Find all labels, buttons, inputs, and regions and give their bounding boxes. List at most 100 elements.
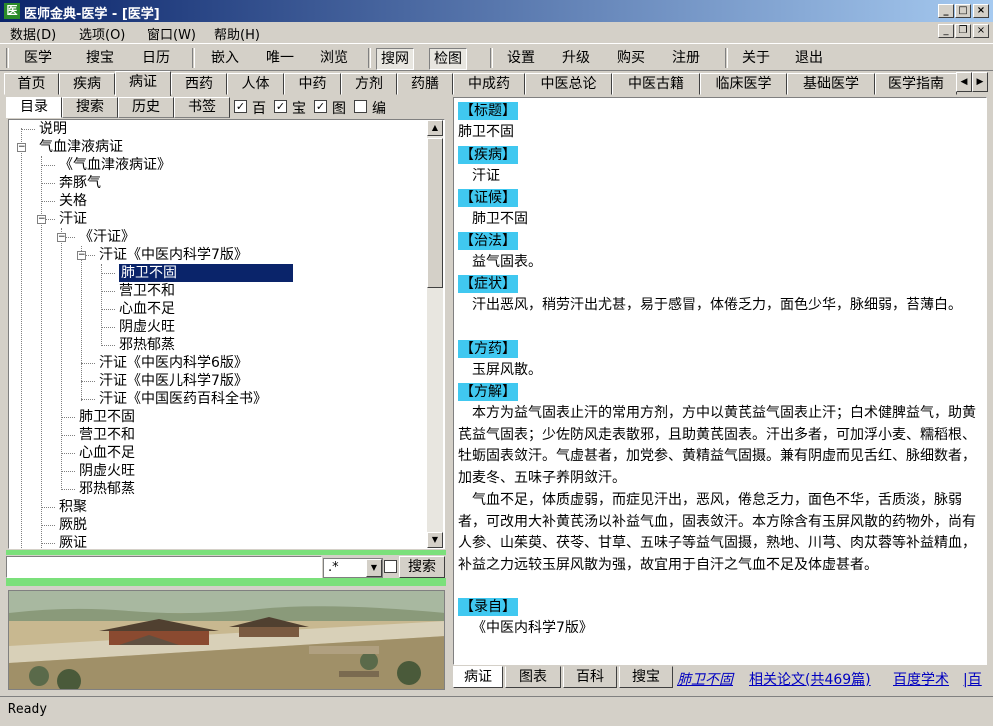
- toolbar-yixue-button[interactable]: 医学: [20, 48, 56, 70]
- tab-human-body[interactable]: 人体: [227, 73, 284, 95]
- toolbar-settings-button[interactable]: 设置: [503, 48, 539, 70]
- tree-node[interactable]: 心血不足: [79, 444, 135, 462]
- tree-node[interactable]: 说明: [39, 120, 67, 138]
- tree-node[interactable]: 《汗证》: [79, 228, 135, 246]
- tree-node[interactable]: 积聚: [59, 498, 87, 516]
- tab-formulas[interactable]: 方剂: [341, 73, 397, 95]
- bottom-tab-charts[interactable]: 图表: [505, 666, 561, 688]
- toolbar-buy-button[interactable]: 购买: [613, 48, 649, 70]
- link-baidu-scholar[interactable]: 百度学术: [893, 669, 949, 689]
- tree-node[interactable]: 厥脱: [59, 516, 87, 534]
- toolbar-searchweb-button[interactable]: 搜网: [376, 48, 414, 70]
- toolbar-soubao-button[interactable]: 搜宝: [82, 48, 118, 70]
- tab-medicinal-diet[interactable]: 药膳: [397, 73, 453, 95]
- tab-clinical[interactable]: 临床医学: [700, 73, 787, 95]
- tree-node[interactable]: 汗证《中国医药百科全书》: [99, 390, 267, 408]
- bottom-tab-encyclopedia[interactable]: 百科: [563, 666, 617, 688]
- tree-node[interactable]: 邪热郁蒸: [79, 480, 135, 498]
- tabs-scroll-left-icon[interactable]: ◀: [956, 72, 972, 92]
- tree-node[interactable]: 厥证: [59, 534, 87, 548]
- maximize-icon[interactable]: □: [955, 4, 971, 18]
- tree-node[interactable]: 汗证《中医内科学6版》: [99, 354, 248, 372]
- toolbar-exit-button[interactable]: 退出: [791, 48, 827, 70]
- tab-bookmarks[interactable]: 书签: [174, 97, 230, 118]
- close-icon[interactable]: ×: [973, 4, 989, 18]
- tab-western-medicine[interactable]: 西药: [171, 73, 227, 95]
- menu-help[interactable]: 帮助(H): [214, 24, 260, 43]
- tab-medical-guide[interactable]: 医学指南: [875, 73, 957, 95]
- window-title: 医师金典-医学 - [医学]: [24, 7, 160, 22]
- checkbox-bian[interactable]: [354, 100, 367, 113]
- tab-catalog[interactable]: 目录: [6, 97, 62, 118]
- toolbar-register-button[interactable]: 注册: [668, 48, 704, 70]
- link-related-papers[interactable]: 相关论文(共469篇): [749, 669, 871, 689]
- menu-data[interactable]: 数据(D): [10, 24, 56, 43]
- splitter-bar[interactable]: [6, 550, 446, 555]
- tab-disease[interactable]: 疾病: [59, 73, 115, 95]
- bottom-tab-soubao[interactable]: 搜宝: [619, 666, 673, 688]
- scroll-thumb[interactable]: [427, 138, 443, 288]
- toolbar-unique-button[interactable]: 唯一: [262, 48, 298, 70]
- tree-collapse-icon[interactable]: −: [17, 143, 26, 152]
- tree-node[interactable]: 心血不足: [119, 300, 175, 318]
- tree-node[interactable]: 汗证《中医内科学7版》: [99, 246, 248, 264]
- tab-patent-medicine[interactable]: 中成药: [453, 73, 525, 95]
- chevron-down-icon[interactable]: ▼: [366, 559, 382, 577]
- pattern-select[interactable]: .* ▼: [323, 558, 383, 578]
- tab-history[interactable]: 历史: [118, 97, 174, 118]
- tab-home[interactable]: 首页: [4, 73, 59, 95]
- search-button[interactable]: 搜索: [399, 556, 445, 578]
- minimize-icon[interactable]: _: [938, 4, 954, 18]
- search-input[interactable]: [6, 556, 322, 578]
- tree-node[interactable]: 奔豚气: [59, 174, 101, 192]
- toolbar-upgrade-button[interactable]: 升级: [558, 48, 594, 70]
- tree-node[interactable]: 关格: [59, 192, 87, 210]
- tab-basic-medicine[interactable]: 基础医学: [787, 73, 875, 95]
- splitter-bar[interactable]: [6, 578, 446, 586]
- tree-scrollbar[interactable]: ▲ ▼: [427, 120, 443, 548]
- tree-node[interactable]: 气血津液病证: [39, 138, 123, 156]
- tree-collapse-icon[interactable]: −: [57, 233, 66, 242]
- tab-syndrome[interactable]: 病证: [115, 71, 171, 96]
- tabs-scroll-right-icon[interactable]: ▶: [972, 72, 988, 92]
- checkbox-bao[interactable]: ✓: [274, 100, 287, 113]
- tab-tcm-classics[interactable]: 中医古籍: [612, 73, 700, 95]
- toolbar-checkimage-button[interactable]: 检图: [429, 48, 467, 70]
- toolbar-about-button[interactable]: 关于: [738, 48, 774, 70]
- tab-chinese-herbs[interactable]: 中药: [284, 73, 341, 95]
- mdi-close-icon[interactable]: ×: [973, 24, 989, 38]
- tree-node[interactable]: 汗证: [59, 210, 87, 228]
- mdi-restore-icon[interactable]: ❐: [955, 24, 971, 38]
- scroll-down-icon[interactable]: ▼: [427, 532, 443, 548]
- search-row: .* ▼ 搜索: [6, 556, 446, 578]
- menu-options[interactable]: 选项(O): [79, 24, 125, 43]
- tree-node[interactable]: 《气血津液病证》: [59, 156, 171, 174]
- checkbox-bao-label: 宝: [292, 101, 306, 117]
- app-icon[interactable]: 医: [4, 3, 20, 19]
- toolbar-browse-button[interactable]: 浏览: [316, 48, 352, 70]
- menu-window[interactable]: 窗口(W): [147, 24, 196, 43]
- tree-collapse-icon[interactable]: −: [77, 251, 86, 260]
- checkbox-bai[interactable]: ✓: [234, 100, 247, 113]
- tree-node[interactable]: 阴虚火旺: [119, 318, 175, 336]
- tree-node[interactable]: 营卫不和: [79, 426, 135, 444]
- scroll-up-icon[interactable]: ▲: [427, 120, 443, 136]
- tree-node[interactable]: 阴虚火旺: [79, 462, 135, 480]
- search-option-checkbox[interactable]: [384, 560, 397, 573]
- link-term[interactable]: 肺卫不固: [677, 669, 733, 689]
- toolbar-calendar-button[interactable]: 日历: [138, 48, 174, 70]
- tree-node[interactable]: 汗证《中医儿科学7版》: [99, 372, 248, 390]
- link-more[interactable]: |百: [963, 669, 982, 689]
- tree-node[interactable]: 邪热郁蒸: [119, 336, 175, 354]
- mdi-minimize-icon[interactable]: _: [938, 24, 954, 38]
- tree-node[interactable]: 肺卫不固: [79, 408, 135, 426]
- tree-collapse-icon[interactable]: −: [37, 215, 46, 224]
- checkbox-tu[interactable]: ✓: [314, 100, 327, 113]
- bottom-tab-syndrome[interactable]: 病证: [453, 666, 503, 688]
- section-header-treatment: 【治法】: [458, 232, 518, 250]
- tree-node-selected[interactable]: 肺卫不固: [119, 264, 293, 282]
- tab-tcm-general[interactable]: 中医总论: [525, 73, 612, 95]
- tab-search[interactable]: 搜索: [62, 97, 118, 118]
- tree-node[interactable]: 营卫不和: [119, 282, 175, 300]
- toolbar-embed-button[interactable]: 嵌入: [207, 48, 243, 70]
